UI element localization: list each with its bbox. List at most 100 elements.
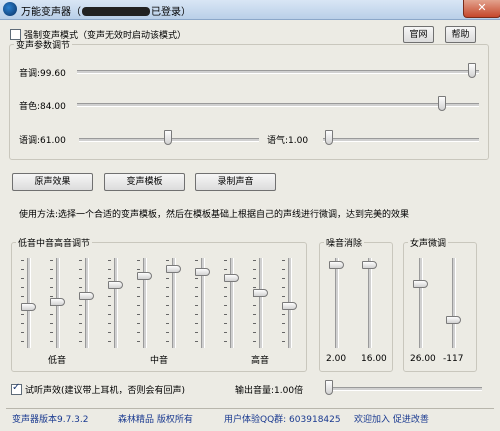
eq-slider-tick [21, 323, 24, 324]
eq-slider-tick [108, 341, 111, 342]
eq-slider-tick [224, 305, 227, 306]
eq-slider-tick [195, 341, 198, 342]
eq-slider-tick [50, 260, 53, 261]
pitch-slider-track[interactable] [77, 70, 479, 74]
noise-value-2: 16.00 [361, 354, 387, 364]
female-slider-2-track[interactable] [452, 258, 456, 348]
tone-value: 1.00 [288, 136, 309, 146]
eq-group-label: 低音中音高音调节 [18, 239, 91, 249]
female-slider-1-thumb[interactable] [413, 280, 428, 288]
eq-slider-tick [79, 341, 82, 342]
eq-slider-tick [253, 278, 256, 279]
eq-slider-tick [137, 269, 140, 270]
eq-slider-tick [195, 332, 198, 333]
tone-slider-thumb[interactable] [325, 130, 333, 145]
eq-slider-tick [224, 332, 227, 333]
title-suffix: 已登录） [151, 7, 191, 18]
output-volume-thumb[interactable] [325, 380, 333, 395]
noise-group-label: 噪音消除 [326, 239, 363, 249]
eq-slider-tick [137, 332, 140, 333]
pitch-slider-thumb[interactable] [468, 63, 476, 78]
eq-slider-8-thumb[interactable] [224, 274, 239, 282]
noise-value-1: 2.00 [326, 354, 347, 364]
original-sound-button[interactable]: 原声效果 [12, 173, 93, 191]
female-group: 女声微调 [403, 236, 477, 372]
eq-slider-tick [50, 269, 53, 270]
output-volume-track[interactable] [330, 387, 482, 391]
eq-high-label: 高音 [251, 356, 270, 366]
eq-slider-tick [166, 323, 169, 324]
female-slider-2-thumb[interactable] [446, 316, 461, 324]
eq-slider-tick [224, 296, 227, 297]
monitor-checkbox[interactable] [11, 382, 22, 395]
eq-slider-tick [21, 332, 24, 333]
timbre-slider-thumb[interactable] [438, 96, 446, 111]
eq-slider-tick [21, 260, 24, 261]
female-slider-1-track[interactable] [419, 258, 423, 348]
status-join: 欢迎加入 促进改善 [354, 415, 429, 425]
voice-template-button[interactable]: 变声模板 [104, 173, 185, 191]
eq-slider-9-thumb[interactable] [253, 289, 268, 297]
close-button[interactable]: ✕ [463, 0, 500, 18]
eq-slider-tick [137, 341, 140, 342]
eq-slider-tick [282, 296, 285, 297]
eq-slider-tick [253, 314, 256, 315]
status-version: 变声器版本9.7.3.2 [12, 415, 89, 425]
eq-slider-tick [282, 323, 285, 324]
noise-slider-1-thumb[interactable] [329, 261, 344, 269]
eq-slider-tick [224, 323, 227, 324]
eq-slider-tick [108, 269, 111, 270]
output-volume-row: 输出音量:1.00倍 [235, 383, 303, 396]
eq-slider-tick [224, 287, 227, 288]
eq-slider-tick [50, 332, 53, 333]
eq-slider-3-thumb[interactable] [79, 292, 94, 300]
noise-slider-2-track[interactable] [368, 258, 372, 348]
eq-slider-tick [137, 305, 140, 306]
pitch-value: 99.60 [40, 69, 66, 79]
eq-slider-3-track[interactable] [85, 258, 89, 348]
eq-slider-tick [79, 332, 82, 333]
eq-slider-tick [108, 296, 111, 297]
eq-slider-tick [224, 314, 227, 315]
speed-slider-thumb[interactable] [164, 130, 172, 145]
speed-label: 语调: [19, 136, 41, 146]
noise-slider-2-thumb[interactable] [362, 261, 377, 269]
eq-slider-tick [282, 278, 285, 279]
monitor-label[interactable]: 试听声效(建议带上耳机，否则会有回声) [25, 383, 185, 396]
timbre-label: 音色: [19, 102, 41, 112]
eq-slider-tick [253, 341, 256, 342]
tone-slider-track[interactable] [323, 138, 479, 142]
eq-slider-6-thumb[interactable] [166, 265, 181, 273]
eq-slider-tick [137, 296, 140, 297]
eq-slider-tick [253, 269, 256, 270]
timbre-slider-track[interactable] [77, 103, 479, 107]
eq-slider-5-thumb[interactable] [137, 272, 152, 280]
eq-slider-tick [137, 287, 140, 288]
timbre-row: 音色:84.00 [19, 99, 66, 112]
status-qq-group: 用户体验QQ群: 603918425 [224, 415, 341, 425]
window-title: 万能变声器（ 已登录） [21, 3, 191, 18]
eq-slider-7-thumb[interactable] [195, 268, 210, 276]
eq-slider-9-track[interactable] [259, 258, 263, 348]
eq-slider-4-thumb[interactable] [108, 281, 123, 289]
eq-slider-tick [137, 314, 140, 315]
eq-slider-tick [224, 260, 227, 261]
noise-slider-1-track[interactable] [335, 258, 339, 348]
eq-slider-4-track[interactable] [114, 258, 118, 348]
status-bar: 变声器版本9.7.3.2 森林精品 版权所有 用户体验QQ群: 60391842… [6, 408, 494, 425]
eq-slider-1-thumb[interactable] [21, 303, 36, 311]
eq-slider-tick [195, 323, 198, 324]
eq-low-label: 低音 [48, 356, 67, 366]
record-sound-button[interactable]: 录制声音 [195, 173, 276, 191]
eq-slider-tick [79, 287, 82, 288]
eq-slider-2-thumb[interactable] [50, 298, 65, 306]
eq-slider-tick [108, 314, 111, 315]
eq-slider-tick [224, 341, 227, 342]
eq-slider-8-track[interactable] [230, 258, 234, 348]
usage-text: 使用方法:选择一个合适的变声模板，然后在模板基础上根据自己的声线进行微调，达到完… [19, 210, 410, 220]
eq-slider-10-thumb[interactable] [282, 302, 297, 310]
eq-slider-tick [166, 260, 169, 261]
eq-slider-tick [282, 287, 285, 288]
eq-slider-tick [166, 341, 169, 342]
eq-slider-tick [50, 323, 53, 324]
